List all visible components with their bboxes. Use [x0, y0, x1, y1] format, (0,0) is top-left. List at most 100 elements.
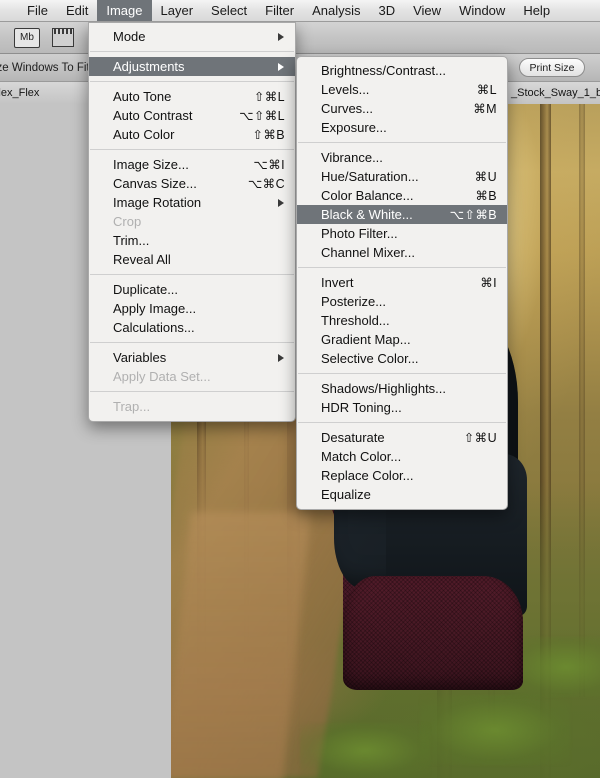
menu-separator [90, 81, 294, 82]
menu-item-photo-filter[interactable]: Photo Filter... [297, 224, 507, 243]
menu-separator [90, 342, 294, 343]
menu-item-label: Desaturate [321, 430, 385, 445]
menu-item-shortcut: ⌘B [475, 189, 497, 203]
menu-item-hue-saturation[interactable]: Hue/Saturation... ⌘U [297, 167, 507, 186]
print-size-button[interactable]: Print Size [519, 58, 585, 77]
menu-item-replace-color[interactable]: Replace Color... [297, 466, 507, 485]
menu-item-apply-data-set: Apply Data Set... [89, 367, 295, 386]
menu-item-variables[interactable]: Variables [89, 348, 295, 367]
menu-item-desaturate[interactable]: Desaturate ⇧⌘U [297, 428, 507, 447]
menu-item-equalize[interactable]: Equalize [297, 485, 507, 504]
menu-item-duplicate[interactable]: Duplicate... [89, 280, 295, 299]
menu-item-label: Brightness/Contrast... [321, 63, 446, 78]
menu-item-shortcut: ⌘L [476, 83, 497, 97]
menu-item-label: Trap... [113, 399, 151, 414]
menu-item-auto-contrast[interactable]: Auto Contrast ⌥⇧⌘L [89, 106, 295, 125]
menu-item-label: Curves... [321, 101, 374, 116]
menu-item-canvas-size[interactable]: Canvas Size... ⌥⌘C [89, 174, 295, 193]
submenu-arrow-icon [278, 198, 284, 207]
menu-item-apply-image[interactable]: Apply Image... [89, 299, 295, 318]
menu-item-calculations[interactable]: Calculations... [89, 318, 295, 337]
menu-item-label: Photo Filter... [321, 226, 398, 241]
menu-item-mode[interactable]: Mode [89, 27, 295, 46]
menubar-item-window[interactable]: Window [450, 0, 514, 21]
menu-item-label: Selective Color... [321, 351, 419, 366]
menu-item-shortcut: ⌘U [474, 170, 497, 184]
menu-item-label: Apply Data Set... [113, 369, 211, 384]
image-menu-dropdown[interactable]: Mode Adjustments Auto Tone ⇧⌘L Auto Contrast… [88, 22, 296, 422]
menu-item-label: Trim... [113, 233, 150, 248]
menu-item-label: Hue/Saturation... [321, 169, 419, 184]
menu-item-trim[interactable]: Trim... [89, 231, 295, 250]
menu-item-color-balance[interactable]: Color Balance... ⌘B [297, 186, 507, 205]
menu-item-shortcut: ⇧⌘U [463, 431, 497, 445]
document-tab[interactable]: ay_1_by_Flex_Flex [0, 82, 93, 104]
menu-item-label: Color Balance... [321, 188, 414, 203]
menu-item-label: Crop [113, 214, 142, 229]
menu-item-label: Calculations... [113, 320, 195, 335]
figure-skirt [342, 575, 523, 691]
menu-item-label: Levels... [321, 82, 370, 97]
menu-item-levels[interactable]: Levels... ⌘L [297, 80, 507, 99]
resize-windows-to-fit-label: ize Windows To Fit [0, 61, 90, 74]
menu-item-auto-tone[interactable]: Auto Tone ⇧⌘L [89, 87, 295, 106]
menu-item-hdr-toning[interactable]: HDR Toning... [297, 398, 507, 417]
menubar-item-3d[interactable]: 3D [369, 0, 404, 21]
menu-item-channel-mixer[interactable]: Channel Mixer... [297, 243, 507, 262]
menu-item-shadows-highlights[interactable]: Shadows/Highlights... [297, 379, 507, 398]
menubar-item-edit[interactable]: Edit [57, 0, 97, 21]
menu-item-image-rotation[interactable]: Image Rotation [89, 193, 295, 212]
menubar-item-filter[interactable]: Filter [256, 0, 303, 21]
menu-item-shortcut: ⌘M [473, 102, 497, 116]
menu-item-label: Auto Color [113, 127, 175, 142]
menu-item-label: Apply Image... [113, 301, 197, 316]
document-tab[interactable]: _Stock_Sway_1_by [505, 82, 600, 104]
menu-item-shortcut: ⌥⌘C [247, 177, 285, 191]
menu-item-black-white[interactable]: Black & White... ⌥⇧⌘B [297, 205, 507, 224]
menu-item-gradient-map[interactable]: Gradient Map... [297, 330, 507, 349]
menu-item-label: Image Rotation [113, 195, 202, 210]
menu-item-threshold[interactable]: Threshold... [297, 311, 507, 330]
menu-item-label: Auto Contrast [113, 108, 193, 123]
menu-item-curves[interactable]: Curves... ⌘M [297, 99, 507, 118]
menu-item-label: Replace Color... [321, 468, 414, 483]
menu-item-label: HDR Toning... [321, 400, 402, 415]
menu-item-exposure[interactable]: Exposure... [297, 118, 507, 137]
menubar-item-view[interactable]: View [404, 0, 450, 21]
menu-item-label: Gradient Map... [321, 332, 411, 347]
menu-item-label: Invert [321, 275, 354, 290]
menu-item-match-color[interactable]: Match Color... [297, 447, 507, 466]
menubar-item-analysis[interactable]: Analysis [303, 0, 369, 21]
menu-item-adjustments[interactable]: Adjustments [89, 57, 295, 76]
menu-item-label: Adjustments [113, 59, 185, 74]
menu-item-reveal-all[interactable]: Reveal All [89, 250, 295, 269]
grass-tuft [299, 723, 430, 778]
menu-item-label: Match Color... [321, 449, 402, 464]
memory-mb-icon[interactable]: Mb [14, 27, 40, 48]
menu-item-brightness-contrast[interactable]: Brightness/Contrast... [297, 61, 507, 80]
frame-icon-sprockets [53, 29, 73, 34]
frame-rate-icon[interactable] [52, 27, 76, 48]
menu-separator [90, 149, 294, 150]
menu-item-image-size[interactable]: Image Size... ⌥⌘I [89, 155, 295, 174]
submenu-arrow-icon [278, 32, 284, 41]
menu-item-vibrance[interactable]: Vibrance... [297, 148, 507, 167]
menu-item-label: Auto Tone [113, 89, 172, 104]
menu-item-label: Exposure... [321, 120, 387, 135]
adjustments-submenu[interactable]: Brightness/Contrast... Levels... ⌘L Curves.… [296, 56, 508, 510]
menu-item-trap: Trap... [89, 397, 295, 416]
menubar-item-help[interactable]: Help [514, 0, 559, 21]
menubar-item-file[interactable]: File [18, 0, 57, 21]
menu-item-selective-color[interactable]: Selective Color... [297, 349, 507, 368]
menubar-item-layer[interactable]: Layer [152, 0, 203, 21]
menu-item-label: Reveal All [113, 252, 171, 267]
menubar-item-select[interactable]: Select [202, 0, 256, 21]
menubar-item-image[interactable]: Image [97, 0, 152, 21]
menu-item-label: Shadows/Highlights... [321, 381, 447, 396]
menu-item-label: Variables [113, 350, 167, 365]
menu-item-label: Black & White... [321, 207, 413, 222]
menu-item-auto-color[interactable]: Auto Color ⇧⌘B [89, 125, 295, 144]
menu-item-label: Equalize [321, 487, 371, 502]
menu-item-posterize[interactable]: Posterize... [297, 292, 507, 311]
menu-item-invert[interactable]: Invert ⌘I [297, 273, 507, 292]
